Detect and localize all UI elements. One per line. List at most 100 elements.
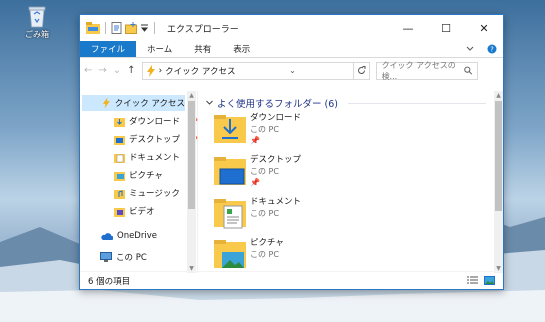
pictures-folder-icon <box>214 240 246 268</box>
tab-home[interactable]: ホーム <box>136 41 183 57</box>
pin-icon: 📌 <box>250 178 260 187</box>
up-button[interactable]: ↑ <box>127 65 135 76</box>
nav-item-downloads[interactable]: ダウンロード 📌 <box>114 113 198 129</box>
tab-share[interactable]: 共有 <box>183 41 222 57</box>
nav-item-label: ピクチャ <box>129 171 163 181</box>
group-divider <box>347 102 486 104</box>
nav-item-this-pc[interactable]: この PC <box>100 249 147 265</box>
nav-item-music[interactable]: ミュージック <box>114 185 180 201</box>
frequent-folders-header[interactable]: よく使用するフォルダー (6) <box>206 96 486 110</box>
folder-location: この PC <box>250 167 279 176</box>
nav-item-label: OneDrive <box>117 231 157 241</box>
desktop-folder-icon <box>114 135 125 145</box>
address-separator: › <box>158 65 163 76</box>
ribbon-tabs: ファイル ホーム 共有 表示 ? <box>80 41 503 58</box>
scroll-up-icon[interactable]: ▲ <box>494 91 503 100</box>
status-bar: 6 個の項目 <box>80 271 503 289</box>
folder-name: ダウンロード <box>250 113 302 123</box>
svg-text:?: ? <box>490 46 494 54</box>
nav-item-documents[interactable]: ドキュメント <box>114 149 180 165</box>
folder-location: この PC <box>250 209 279 218</box>
folder-name: ドキュメント <box>250 197 302 207</box>
explorer-window: エクスプローラー — ☐ ✕ ファイル ホーム 共有 表示 ? ← → ⌄ ↑ … <box>79 14 504 290</box>
nav-item-onedrive[interactable]: OneDrive <box>100 228 157 244</box>
tab-file[interactable]: ファイル <box>80 41 137 57</box>
address-row: ← → ⌄ ↑ › クイック アクセス ⌄ クイック アクセスの検... <box>80 58 503 84</box>
folder-tile-downloads[interactable]: ダウンロード この PC 📌 <box>214 113 301 146</box>
search-placeholder: クイック アクセスの検... <box>381 60 456 81</box>
nav-quick-access[interactable]: クイック アクセス <box>82 95 185 111</box>
desktop-folder-icon <box>214 157 246 185</box>
nav-item-label: この PC <box>116 253 147 263</box>
maximize-button[interactable]: ☐ <box>427 15 465 41</box>
content-pane: よく使用するフォルダー (6) ダウンロード この PC 📌 デスクトップ この… <box>198 91 503 273</box>
onedrive-icon <box>101 232 113 240</box>
recycle-bin[interactable]: ごみ箱 <box>18 4 56 40</box>
folder-location: この PC <box>250 125 279 134</box>
nav-scrollbar-thumb[interactable] <box>188 101 195 209</box>
new-folder-icon[interactable] <box>125 22 137 34</box>
search-input[interactable]: クイック アクセスの検... <box>375 60 478 81</box>
forward-button[interactable]: → <box>98 65 106 76</box>
minimize-button[interactable]: — <box>389 15 427 41</box>
customize-toolbar-icon[interactable] <box>140 23 149 33</box>
folder-tile-pictures[interactable]: ピクチャ この PC <box>214 238 284 270</box>
expand-ribbon-icon[interactable] <box>459 41 481 57</box>
quick-access-icon <box>102 97 110 109</box>
downloads-folder-icon <box>114 117 125 127</box>
nav-item-pictures[interactable]: ピクチャ <box>114 167 163 183</box>
tab-view[interactable]: 表示 <box>222 41 261 57</box>
scroll-up-icon[interactable]: ▲ <box>187 91 196 100</box>
explorer-body: クイック アクセス ダウンロード 📌 デスクトップ 📌 ドキュメント ピクチャ <box>80 91 503 273</box>
recycle-bin-icon <box>28 6 46 28</box>
large-icons-view-icon[interactable] <box>484 276 495 285</box>
recycle-bin-label: ごみ箱 <box>25 30 49 39</box>
nav-item-label: ドキュメント <box>129 153 181 163</box>
title-bar[interactable]: エクスプローラー — ☐ ✕ <box>80 15 503 41</box>
documents-folder-icon <box>114 153 125 163</box>
window-title: エクスプローラー <box>167 24 239 35</box>
folder-tile-documents[interactable]: ドキュメント この PC <box>214 197 301 229</box>
navigation-pane: クイック アクセス ダウンロード 📌 デスクトップ 📌 ドキュメント ピクチャ <box>80 91 198 273</box>
music-folder-icon <box>114 189 125 199</box>
close-button[interactable]: ✕ <box>465 15 503 41</box>
quick-access-toolbar <box>86 22 157 34</box>
folder-tile-desktop[interactable]: デスクトップ この PC 📌 <box>214 155 301 188</box>
quick-access-icon <box>146 64 155 77</box>
address-bar[interactable]: › クイック アクセス ⌄ <box>141 61 370 80</box>
properties-icon[interactable] <box>111 22 122 34</box>
nav-item-label: クイック アクセス <box>114 99 185 109</box>
window-controls: — ☐ ✕ <box>389 15 503 41</box>
content-scrollbar[interactable]: ▲ ▼ <box>494 91 503 273</box>
nav-item-label: ダウンロード <box>129 117 181 127</box>
content-scrollbar-thumb[interactable] <box>495 101 502 211</box>
nav-item-desktop[interactable]: デスクトップ 📌 <box>114 131 198 147</box>
documents-folder-icon <box>214 199 246 229</box>
refresh-button[interactable] <box>352 62 369 79</box>
group-title: よく使用するフォルダー (6) <box>217 99 338 110</box>
help-icon[interactable]: ? <box>481 41 503 57</box>
folder-location: この PC <box>250 250 279 259</box>
address-path: クイック アクセス <box>165 66 236 77</box>
address-dropdown-icon[interactable]: ⌄ <box>289 66 299 75</box>
folder-name: ピクチャ <box>250 238 284 248</box>
videos-folder-icon <box>114 207 125 217</box>
toolbar-divider <box>105 22 106 34</box>
nav-item-videos[interactable]: ビデオ <box>114 203 155 219</box>
toolbar-divider <box>154 22 155 34</box>
back-button[interactable]: ← <box>84 65 92 76</box>
item-count: 6 個の項目 <box>88 276 131 287</box>
explorer-folder-icon <box>86 22 100 34</box>
nav-item-label: ミュージック <box>129 189 180 199</box>
recent-locations-button[interactable]: ⌄ <box>113 65 121 76</box>
nav-item-label: ビデオ <box>129 207 155 217</box>
nav-item-label: デスクトップ <box>129 135 181 145</box>
pin-icon: 📌 <box>250 136 260 145</box>
folder-name: デスクトップ <box>250 155 302 165</box>
computer-icon <box>100 251 112 262</box>
search-icon <box>464 66 473 75</box>
nav-scrollbar[interactable]: ▲ ▼ <box>187 91 196 273</box>
refresh-icon <box>357 66 366 74</box>
details-view-icon[interactable] <box>467 276 478 285</box>
downloads-folder-icon <box>214 115 246 143</box>
